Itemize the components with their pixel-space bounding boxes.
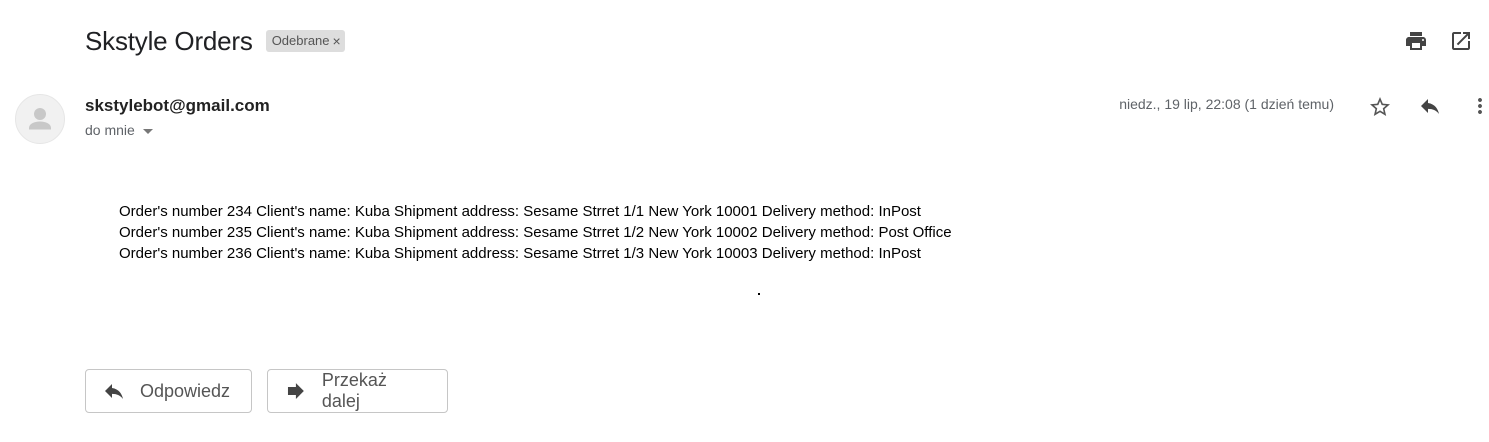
star-icon: [1370, 97, 1390, 116]
remove-label-button[interactable]: ×: [333, 30, 341, 52]
sender-avatar: [15, 94, 65, 144]
reply-icon-button[interactable]: [1418, 94, 1442, 118]
label-chip-text: Odebrane: [271, 33, 330, 48]
body-line: Order's number 235 Client's name: Kuba S…: [119, 224, 952, 241]
more-options-button[interactable]: [1468, 94, 1489, 118]
print-icon: [1406, 32, 1426, 50]
top-toolbar: [1389, 26, 1489, 56]
email-date: niedz., 19 lip, 22:08 (1 dzień temu): [1119, 96, 1334, 112]
subject-row: Skstyle Orders Odebrane ×: [85, 24, 345, 58]
body-line: Order's number 234 Client's name: Kuba S…: [119, 203, 921, 220]
print-button[interactable]: [1404, 29, 1428, 53]
default-avatar-icon: [29, 108, 51, 130]
reply-button[interactable]: Odpowiedz: [85, 369, 252, 413]
recipient-details-toggle[interactable]: do mnie: [85, 122, 153, 138]
reply-icon: [105, 384, 123, 399]
email-subject: Skstyle Orders: [85, 25, 253, 56]
label-chip-inbox[interactable]: Odebrane ×: [265, 30, 345, 52]
open-in-new-window-button[interactable]: [1449, 29, 1473, 53]
body-line: Order's number 236 Client's name: Kuba S…: [119, 245, 921, 262]
more-vertical-icon: [1478, 98, 1482, 114]
chevron-down-icon: [142, 128, 153, 134]
reply-button-label: Odpowiedz: [140, 380, 231, 401]
forward-icon: [287, 383, 304, 399]
forward-button[interactable]: Przekaż dalej: [267, 369, 448, 413]
message-actions: [1349, 94, 1489, 120]
stray-dot: [758, 293, 760, 295]
reply-icon: [1421, 99, 1439, 114]
forward-button-label: Przekaż dalej: [321, 370, 387, 411]
sender-email[interactable]: skstylebot@gmail.com: [85, 96, 270, 116]
star-button[interactable]: [1368, 95, 1392, 119]
recipient-label: do mnie: [85, 122, 135, 138]
open-in-new-window-icon: [1452, 32, 1470, 50]
email-body: Order's number 234 Client's name: Kuba S…: [119, 201, 952, 264]
